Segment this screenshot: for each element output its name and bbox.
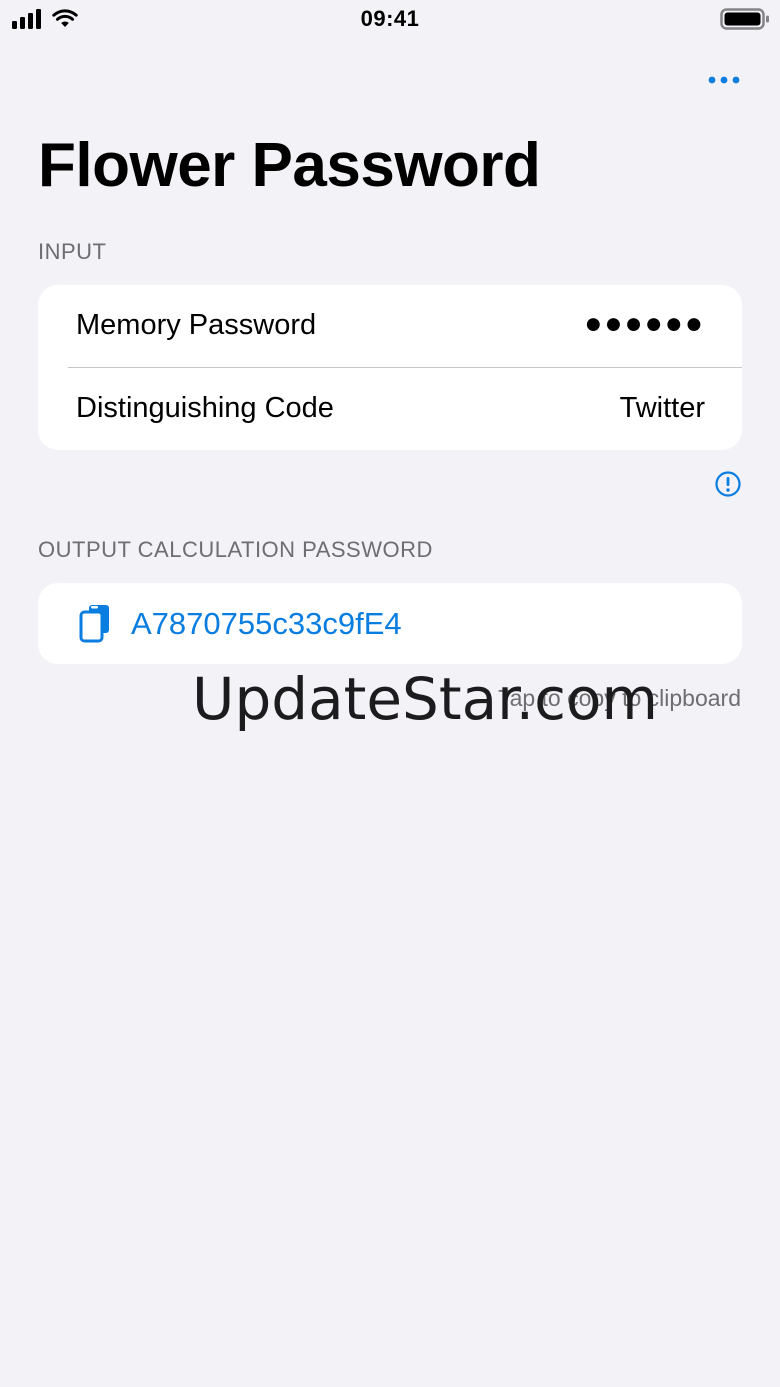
distinguishing-code-label: Distinguishing Code xyxy=(76,392,334,424)
input-section-header: INPUT xyxy=(38,239,107,264)
memory-password-label: Memory Password xyxy=(76,309,317,341)
memory-password-row[interactable]: Memory Password ●●●●●● xyxy=(38,285,742,368)
battery-icon xyxy=(720,8,769,30)
status-time: 09:41 xyxy=(360,6,420,31)
distinguishing-code-field[interactable]: Twitter xyxy=(620,392,705,425)
ellipsis-icon xyxy=(708,76,716,84)
more-options-button[interactable] xyxy=(700,66,748,94)
watermark: UpdateStar.com xyxy=(192,665,658,733)
page-title: Flower Password xyxy=(38,131,541,200)
input-card: Memory Password ●●●●●● Distinguishing Co… xyxy=(38,285,742,450)
output-password-value: A7870755c33c9fE4 xyxy=(131,606,402,641)
distinguishing-code-row[interactable]: Distinguishing Code Twitter xyxy=(38,368,742,450)
status-bar: 09:41 xyxy=(0,0,780,40)
exclamation-circle-icon xyxy=(715,471,741,497)
output-section-header: OUTPUT CALCULATION PASSWORD xyxy=(38,537,433,562)
copy-clipboard-icon xyxy=(79,605,109,643)
info-button[interactable] xyxy=(714,470,742,498)
output-password-button[interactable]: A7870755c33c9fE4 xyxy=(38,583,742,664)
memory-password-field[interactable]: ●●●●●● xyxy=(584,307,705,341)
